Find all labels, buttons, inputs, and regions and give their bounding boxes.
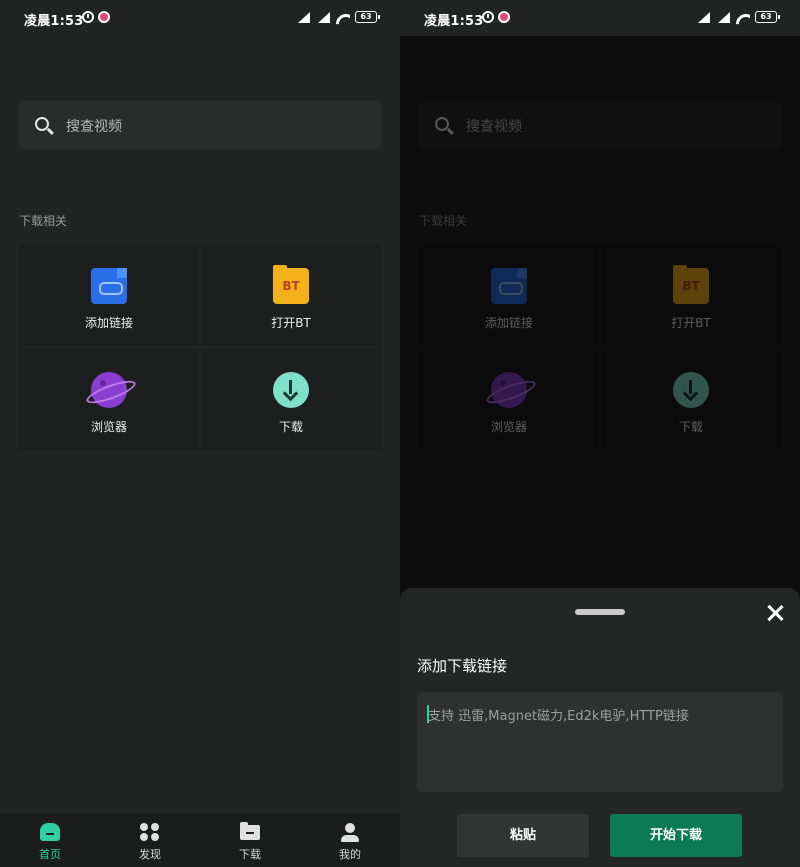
phone-screen-add-link-sheet: 凌晨1:53 63 搜查视频 下载相关 添加链接 BT 打开BT 浏: [400, 0, 800, 867]
folder-icon: [240, 822, 260, 840]
planet-icon: [91, 372, 127, 408]
signal-icon: [318, 12, 330, 23]
discover-icon: [140, 823, 160, 841]
add-link-bottom-sheet: 添加下载链接 支持 迅雷,Magnet磁力,Ed2k电驴,HTTP链接 粘贴 开…: [400, 588, 800, 867]
notification-icon: [498, 11, 510, 23]
signal-icon: [298, 12, 310, 23]
nav-item-mine[interactable]: 我的: [300, 813, 400, 867]
notification-icon: [98, 11, 110, 23]
search-bar[interactable]: 搜查视频: [19, 101, 381, 149]
status-bar: 凌晨1:53 63: [0, 0, 400, 36]
download-tools-grid: 添加链接 BT 打开BT 浏览器 下载: [19, 244, 381, 450]
bottom-nav: 首页 发现 下载 我的: [0, 813, 400, 867]
grid-item-label: 下载: [278, 420, 303, 434]
nav-label: 首页: [39, 848, 61, 861]
close-icon[interactable]: [766, 604, 784, 622]
status-time: 凌晨1:53: [424, 14, 484, 29]
signal-icon: [718, 12, 730, 23]
user-icon: [340, 823, 360, 842]
status-bar: 凌晨1:53 63: [400, 0, 800, 36]
bt-folder-icon: BT: [273, 265, 309, 304]
section-title: 下载相关: [19, 214, 68, 228]
wifi-icon: [336, 11, 350, 25]
sheet-title: 添加下载链接: [417, 657, 508, 675]
drag-handle[interactable]: [575, 609, 625, 615]
alarm-icon: [482, 11, 494, 23]
grid-item-add-link[interactable]: 添加链接: [19, 244, 199, 346]
link-input[interactable]: 支持 迅雷,Magnet磁力,Ed2k电驴,HTTP链接: [417, 692, 783, 792]
paste-button[interactable]: 粘贴: [457, 814, 589, 857]
nav-item-download[interactable]: 下载: [200, 813, 300, 867]
nav-label: 下载: [239, 848, 261, 861]
nav-item-discover[interactable]: 发现: [100, 813, 200, 867]
search-placeholder: 搜查视频: [66, 119, 122, 135]
grid-item-label: 浏览器: [90, 420, 127, 434]
screenshot-stage: 凌晨1:53 63 搜查视频 下载相关 添加链接 BT 打开BT 浏览器 下载 …: [0, 0, 800, 867]
nav-label: 发现: [139, 848, 161, 861]
nav-label: 我的: [339, 848, 361, 861]
battery-icon: 63: [755, 11, 780, 23]
bt-badge: BT: [282, 279, 300, 293]
download-arrow-icon: [273, 372, 309, 408]
alarm-icon: [82, 11, 94, 23]
wifi-icon: [736, 11, 750, 25]
grid-item-label: 添加链接: [84, 316, 133, 330]
input-placeholder: 支持 迅雷,Magnet磁力,Ed2k电驴,HTTP链接: [428, 709, 689, 724]
search-icon: [35, 117, 49, 131]
phone-screen-home: 凌晨1:53 63 搜查视频 下载相关 添加链接 BT 打开BT 浏览器 下载 …: [0, 0, 400, 867]
grid-item-download[interactable]: 下载: [201, 348, 381, 450]
grid-item-browser[interactable]: 浏览器: [19, 348, 199, 450]
status-time: 凌晨1:53: [24, 14, 84, 29]
signal-icon: [698, 12, 710, 23]
nav-item-home[interactable]: 首页: [0, 813, 100, 867]
start-download-button[interactable]: 开始下载: [610, 814, 742, 857]
grid-item-open-bt[interactable]: BT 打开BT: [201, 244, 381, 346]
text-caret: [427, 705, 429, 723]
battery-icon: 63: [355, 11, 380, 23]
link-file-icon: [91, 268, 127, 304]
home-icon: [40, 823, 60, 841]
grid-item-label: 打开BT: [271, 316, 311, 330]
